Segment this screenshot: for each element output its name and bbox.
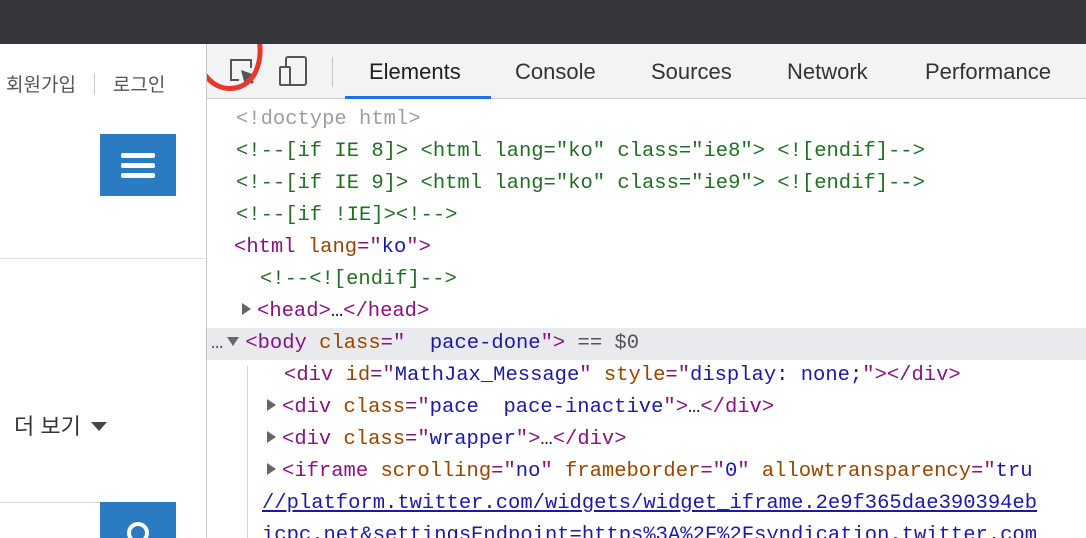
expand-arrow-icon[interactable] [267, 399, 276, 411]
dom-node-head[interactable]: <head>…</head> [207, 296, 1086, 328]
devtools-panel: Elements Console Sources Network Perform… [207, 44, 1086, 538]
browser-top-bar [0, 0, 1086, 44]
tab-console[interactable]: Console [515, 44, 596, 99]
auth-links: 회원가입 로그인 [0, 70, 165, 97]
search-button[interactable] [100, 502, 176, 538]
dom-node-comment[interactable]: <!--[if IE 9]> <html lang="ko" class="ie… [207, 168, 1086, 200]
divider [0, 258, 206, 259]
iframe-src-link[interactable]: //platform.twitter.com/widgets/widget_if… [207, 488, 1086, 520]
device-toolbar-button[interactable] [277, 54, 311, 88]
more-label: 더 보기 [14, 414, 81, 439]
iframe-src-link[interactable]: icpc.net&settingsEndpoint=https%3A%2F%2F… [207, 520, 1086, 538]
active-tab-indicator [345, 96, 491, 99]
dom-node-body-selected[interactable]: … <body class=" pace-done"> == $0 [207, 328, 1086, 360]
dom-node-comment[interactable]: <!--[if IE 8]> <html lang="ko" class="ie… [207, 136, 1086, 168]
dom-node-comment[interactable]: <!--[if !IE]><!--> [207, 200, 1086, 232]
tab-network[interactable]: Network [787, 44, 868, 99]
hamburger-menu-button[interactable] [100, 134, 176, 196]
login-link[interactable]: 로그인 [113, 75, 165, 96]
tab-performance[interactable]: Performance [925, 44, 1051, 99]
expand-arrow-icon[interactable] [267, 431, 276, 443]
devtools-tabbar: Elements Console Sources Network Perform… [207, 44, 1086, 99]
web-page-panel: 회원가입 로그인 더 보기 [0, 44, 207, 538]
signup-link[interactable]: 회원가입 [6, 75, 76, 96]
search-input[interactable] [0, 502, 100, 538]
tab-sources[interactable]: Sources [651, 44, 732, 99]
more-options-icon[interactable]: … [211, 332, 223, 355]
dom-node-html[interactable]: <html lang="ko"> [207, 232, 1086, 264]
search-icon [127, 522, 149, 538]
dom-node-div[interactable]: <div id="MathJax_Message" style="display… [207, 360, 1086, 392]
dom-node-div[interactable]: <div class="pace pace-inactive">…</div> [207, 392, 1086, 424]
device-toolbar-icon [279, 56, 307, 86]
more-dropdown[interactable]: 더 보기 [14, 409, 107, 441]
expand-arrow-icon[interactable] [267, 463, 276, 475]
annotation-circle [207, 44, 263, 91]
hamburger-menu-icon [121, 153, 155, 158]
toolbar-divider [332, 57, 333, 87]
collapse-arrow-icon[interactable] [227, 337, 240, 346]
dom-node-div[interactable]: <div class="wrapper">…</div> [207, 424, 1086, 456]
dom-node-iframe[interactable]: <iframe scrolling="no" frameborder="0" a… [207, 456, 1086, 488]
dom-node-doctype[interactable]: <!doctype html> [207, 104, 1086, 136]
dom-node-comment[interactable]: <!--<![endif]--> [207, 264, 1086, 296]
tab-elements[interactable]: Elements [369, 44, 461, 99]
auth-divider [93, 73, 95, 95]
caret-down-icon [90, 422, 107, 431]
expand-arrow-icon[interactable] [242, 303, 251, 315]
